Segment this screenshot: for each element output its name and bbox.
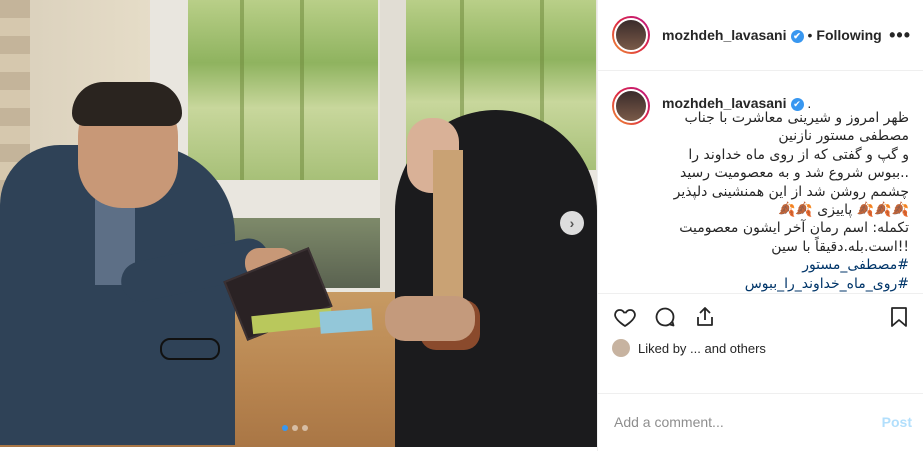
likes-summary[interactable]: Liked by ... and others [612,339,912,357]
add-comment-bar: Post [598,393,923,449]
photo-man-hair [72,82,182,126]
share-button[interactable] [692,304,718,330]
chevron-right-icon: › [569,215,575,231]
username-link[interactable]: mozhdeh_lavasani ✔ [662,27,804,43]
hashtag-link[interactable]: #مصطفی_مستور [614,256,909,274]
action-bar [598,293,923,339]
carousel-dot [292,425,298,431]
post-comment-button[interactable]: Post [882,414,912,430]
carousel-dot-active [282,425,288,431]
avatar-image [614,18,648,52]
photo-window-pane [188,0,378,180]
caption-text: ظهر امروز و شیرینی معاشرت با جناب مصطفی … [614,109,909,293]
photo-bamboo [300,0,304,180]
photo-woman-hands [385,296,475,341]
comments-area: mozhdeh_lavasani ✔ . ظهر امروز و شیرینی م… [598,71,923,293]
post-side-panel: mozhdeh_lavasani ✔ • Following ••• mozhde… [597,0,923,451]
post-image[interactable]: › [0,0,597,447]
caption-line: 🍂🍂🍂 پاییزی 🍂🍂 [614,201,909,219]
share-icon [697,306,713,326]
caption-line: و گپ و گفتی که از روی ماه خداوند را [688,146,909,163]
photo-bamboo [240,0,244,180]
verified-badge-icon: ✔ [790,30,804,43]
likes-text: Liked by ... and others [638,340,766,356]
photo-glasses [160,338,220,360]
like-button[interactable] [612,304,638,330]
comment-icon [655,307,675,326]
caption-line: تکمله: اسم رمان آخر ایشون معصومیت [679,220,909,237]
following-button[interactable]: Following [816,27,881,43]
bookmark-icon [891,306,907,327]
carousel-indicator [282,425,308,431]
avatar[interactable] [612,16,650,54]
photo-book [319,308,373,334]
carousel-next-button[interactable]: › [560,211,584,235]
username-text: mozhdeh_lavasani [662,27,787,43]
leaf-emoji: 🍂🍂🍂 [856,202,909,219]
more-options-icon[interactable]: ••• [889,25,911,46]
heart-icon [614,308,636,327]
photo-woman-scarf [433,150,463,300]
comment-input[interactable] [614,413,882,430]
caption-line: چشمم روشن شد از این همنشینی دلپذیر [673,183,909,200]
save-button[interactable] [886,304,912,330]
caption-line-text: پاییزی [817,202,853,219]
hashtag-link[interactable]: #روی_ماه_خداوند_را_ببوس [614,275,909,293]
caption-line: ..ببوس شروع شد و به معصومیت رسید [679,165,909,182]
post-header: mozhdeh_lavasani ✔ • Following ••• [598,0,923,71]
caption-line: ظهر امروز و شیرینی معاشرت با جناب [684,110,909,126]
carousel-dot [302,425,308,431]
separator: • [807,27,813,43]
comment-button[interactable] [652,304,678,330]
caption-line: مصطفی مستور نازنین [778,128,909,145]
leaf-emoji: 🍂🍂 [777,202,813,219]
liker-avatar [612,339,630,357]
caption-line: !!است.بله.دقیقاً با سین [771,238,909,255]
